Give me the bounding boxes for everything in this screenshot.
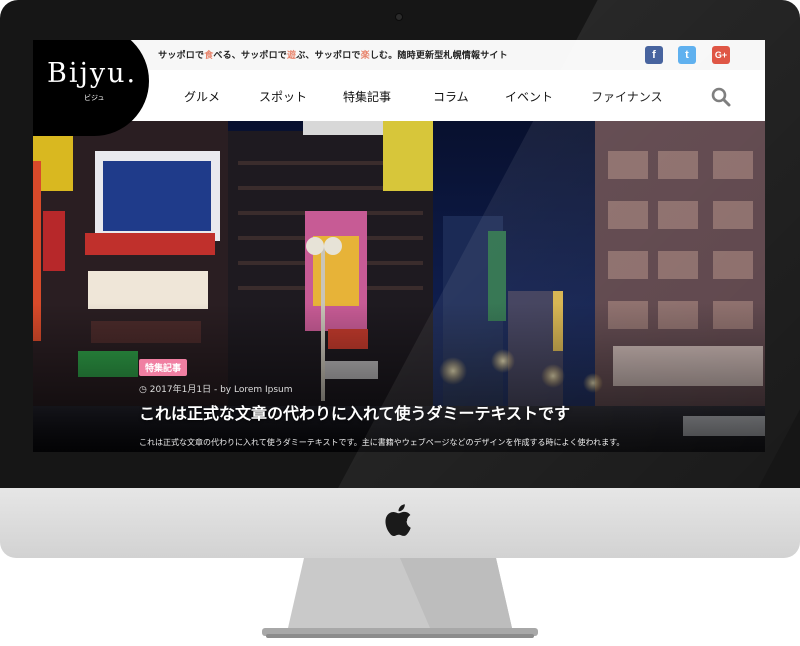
camera-icon	[395, 13, 403, 21]
post-description: これは正式な文章の代わりに入れて使うダミーテキストです。主に書籍やウェブページな…	[139, 438, 625, 447]
tagline-highlight: 楽	[360, 51, 370, 61]
tagline-text: ぶ、サッポロで	[296, 51, 361, 61]
monitor-chin	[0, 488, 800, 558]
logo-subtext: ビジュ	[84, 94, 105, 102]
apple-logo-icon	[385, 504, 411, 536]
meta-separator: -	[211, 385, 221, 395]
facebook-icon[interactable]: f	[645, 46, 663, 64]
nav-item-column[interactable]: コラム	[433, 88, 469, 105]
logo-text: Bijyu.	[47, 58, 138, 89]
search-icon[interactable]	[711, 87, 731, 107]
googleplus-icon[interactable]: G+	[712, 46, 730, 64]
nav-item-feature[interactable]: 特集記事	[343, 88, 391, 105]
tagline-highlight: 食	[204, 51, 214, 61]
twitter-icon[interactable]: t	[678, 46, 696, 64]
website-screen: サッポロで食べる、サッポロで遊ぶ、サッポロで楽しむ。随時更新型札幌情報サイト f…	[33, 40, 765, 452]
tagline-text: しむ。随時更新型札幌情報サイト	[369, 51, 508, 61]
nav-item-spot[interactable]: スポット	[259, 88, 307, 105]
clock-icon: ◷	[139, 385, 150, 395]
post-author: by Lorem Ipsum	[220, 385, 293, 395]
hero-slide[interactable]: 特集記事 ◷ 2017年1月1日 - by Lorem Ipsum これは正式な…	[33, 121, 765, 452]
post-title[interactable]: これは正式な文章の代わりに入れて使うダミーテキストです	[139, 400, 570, 424]
post-date: 2017年1月1日	[149, 385, 212, 395]
tagline-text: サッポロで	[158, 51, 205, 61]
monitor-bezel: サッポロで食べる、サッポロで遊ぶ、サッポロで楽しむ。随時更新型札幌情報サイト f…	[0, 0, 800, 488]
post-meta: ◷ 2017年1月1日 - by Lorem Ipsum	[139, 382, 293, 395]
nav-item-event[interactable]: イベント	[505, 88, 553, 105]
monitor-stand	[262, 558, 538, 638]
tagline-text: べる、サッポロで	[213, 51, 287, 61]
tagline-highlight: 遊	[287, 51, 297, 61]
nav-item-finance[interactable]: ファイナンス	[591, 88, 663, 105]
nav-item-gourmet[interactable]: グルメ	[184, 88, 220, 105]
category-badge[interactable]: 特集記事	[139, 359, 188, 376]
